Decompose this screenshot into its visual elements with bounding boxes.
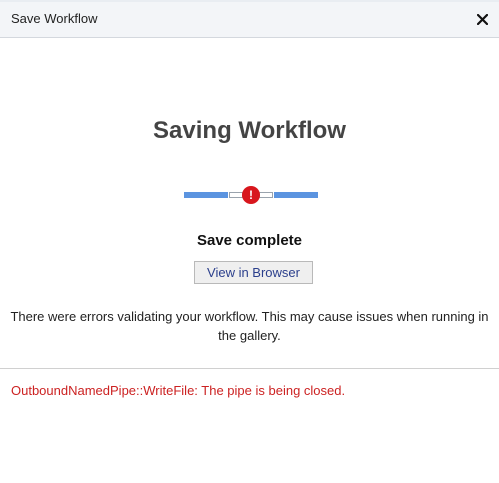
progress-segment-left <box>184 192 228 198</box>
save-progress-indicator: ! <box>184 186 318 204</box>
save-workflow-dialog: Save Workflow Saving Workflow ! Save com… <box>0 0 499 483</box>
divider <box>0 368 499 369</box>
error-detail: OutboundNamedPipe::WriteFile: The pipe i… <box>11 383 346 398</box>
save-status: Save complete <box>196 232 303 249</box>
titlebar-top-border <box>0 0 499 2</box>
validation-message: There were errors validating your workfl… <box>10 309 489 343</box>
close-button[interactable] <box>472 9 492 29</box>
progress-segment-empty-left <box>229 192 243 198</box>
error-icon: ! <box>242 186 260 204</box>
dialog-titlebar: Save Workflow <box>0 0 499 38</box>
progress-segment-right <box>274 192 318 198</box>
view-in-browser-button[interactable]: View in Browser <box>194 261 313 284</box>
progress-segment-empty-right <box>259 192 273 198</box>
close-icon <box>476 13 488 25</box>
dialog-title: Save Workflow <box>11 11 98 26</box>
page-title: Saving Workflow <box>153 117 346 144</box>
